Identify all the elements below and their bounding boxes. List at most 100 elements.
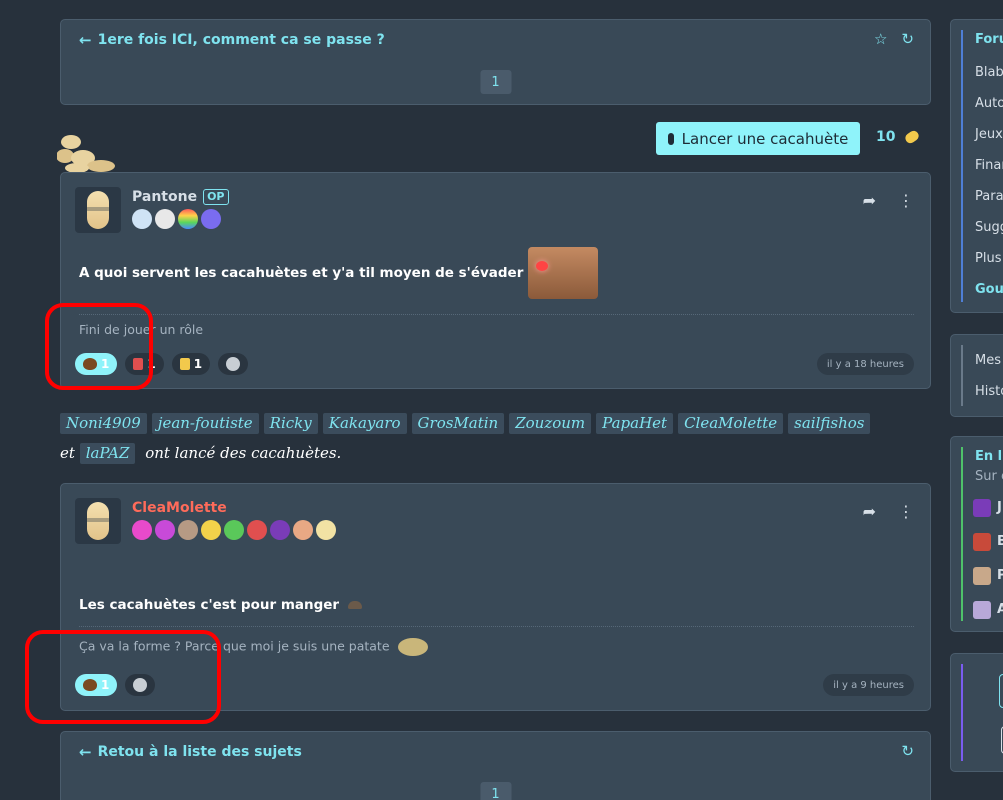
peanut-small-icon <box>667 132 674 145</box>
launcher-name[interactable]: Noni4909 <box>60 413 147 434</box>
share-icon[interactable]: ➦ <box>863 502 876 521</box>
lion-badge-icon <box>270 520 290 540</box>
launcher-name[interactable]: Zouzoum <box>509 413 592 434</box>
launcher-name[interactable]: sailfishos <box>788 413 871 434</box>
star-icon[interactable]: ☆ <box>874 30 887 48</box>
post-text: Les cacahuètes c'est pour manger <box>79 597 340 613</box>
page-button[interactable]: 1 <box>480 70 511 94</box>
launcher-name[interactable]: CleaMolette <box>678 413 784 434</box>
smiley-badge-icon <box>201 520 221 540</box>
post-timestamp: il y a 18 heures <box>816 353 914 375</box>
sidebar-item[interactable]: Sugg <box>975 220 1003 235</box>
dollar-badge-icon <box>155 520 175 540</box>
flower-badge-icon <box>293 520 313 540</box>
avatar[interactable] <box>973 499 991 517</box>
peanut-coin-icon <box>903 128 922 146</box>
topic-footer-card: ← Retou à la liste des sujets ↻ 1 <box>60 731 931 800</box>
sidebar-online: En li Sur c J B P A <box>950 436 1003 632</box>
topic-title: 1ere fois ICI, comment ca se passe ? <box>97 32 385 48</box>
peanut-emoji-icon <box>347 601 362 609</box>
more-options-icon[interactable]: ⋮ <box>898 191 914 210</box>
peanut-launchers: Noni4909 jean-foutiste Ricky Kakayaro GrosMa… <box>60 408 930 468</box>
post-text: A quoi servent les cacahuètes et y'a til… <box>79 265 524 281</box>
add-reaction-icon <box>226 357 241 371</box>
online-user[interactable]: A <box>997 602 1003 617</box>
widget-box[interactable] <box>999 674 1003 708</box>
launchers-and: et <box>60 444 75 462</box>
peanut-count: 10 <box>876 129 896 145</box>
sidebar-accent-bar <box>961 30 963 302</box>
sidebar-item[interactable]: Para <box>975 189 1003 204</box>
unicorn-badge-icon <box>201 209 221 229</box>
user-badges <box>132 209 221 229</box>
snowflake-badge-icon <box>132 209 152 229</box>
sidebar-item[interactable]: Mes <box>975 353 1001 368</box>
launcher-name[interactable]: laPAZ <box>79 443 136 464</box>
sidebar-forums: Foru Blabl Auto Jeux Finar Para Sugg Plu… <box>950 19 1003 313</box>
avatar[interactable] <box>75 498 121 544</box>
sidebar-item[interactable]: Histo <box>975 384 1003 399</box>
reaction-count: 1 <box>193 357 203 371</box>
sidebar-widget <box>950 653 1003 772</box>
thumbs-down-icon <box>179 358 190 370</box>
rock-badge-icon <box>178 520 198 540</box>
refresh-icon[interactable]: ↻ <box>901 742 914 760</box>
sidebar-my: Mes Histo <box>950 334 1003 417</box>
sidebar-accent-bar <box>961 664 963 761</box>
avatar[interactable] <box>75 187 121 233</box>
rainbow-badge-icon <box>178 209 198 229</box>
online-user[interactable]: J <box>997 500 1002 515</box>
launchers-suffix: ont lancé des cacahuètes. <box>145 444 342 462</box>
launcher-name[interactable]: GrosMatin <box>411 413 505 434</box>
more-options-icon[interactable]: ⋮ <box>898 502 914 521</box>
post-author[interactable]: Pantone OP <box>132 189 229 205</box>
avatar[interactable] <box>973 533 991 551</box>
sidebar-online-sub: Sur c <box>975 469 1003 484</box>
sidebar-item[interactable]: Jeux <box>975 127 1003 142</box>
sidebar-item-current[interactable]: Goul <box>975 282 1003 297</box>
topic-title-link[interactable]: ← 1ere fois ICI, comment ca se passe ? <box>79 31 385 49</box>
back-arrow-icon: ← <box>79 743 92 761</box>
sidebar-accent-bar <box>961 447 963 621</box>
post-actions: ➦ ⋮ <box>863 191 914 210</box>
topic-header-card: ← 1ere fois ICI, comment ca se passe ? ☆… <box>60 19 931 105</box>
reaction-thumbs-down[interactable]: 1 <box>171 353 211 375</box>
santa-badge-icon <box>247 520 267 540</box>
spiral-badge-icon <box>132 520 152 540</box>
launcher-name[interactable]: jean-foutiste <box>151 413 259 434</box>
add-reaction-button[interactable] <box>218 353 249 375</box>
sidebar-item[interactable]: Auto <box>975 96 1003 111</box>
launcher-name[interactable]: Kakayaro <box>322 413 407 434</box>
back-to-list-link[interactable]: ← Retou à la liste des sujets <box>79 743 302 761</box>
author-name: CleaMolette <box>132 500 227 516</box>
sidebar-online-title: En li <box>975 449 1003 464</box>
share-icon[interactable]: ➦ <box>863 191 876 210</box>
laughing-man-emoji-icon <box>528 247 599 299</box>
sidebar-item[interactable]: Blabl <box>975 65 1003 80</box>
footer-icons: ↻ <box>901 742 914 760</box>
post-timestamp: il y a 9 heures <box>823 674 914 696</box>
soccer-badge-icon <box>155 209 175 229</box>
launcher-name[interactable]: Ricky <box>263 413 318 434</box>
post-actions: ➦ ⋮ <box>863 502 914 521</box>
post-card: Pantone OP ➦ ⋮ A quoi servent les cacahu… <box>60 172 931 389</box>
back-arrow-icon: ← <box>79 31 92 49</box>
launch-peanut-button[interactable]: Lancer une cacahuète <box>656 122 860 155</box>
avatar[interactable] <box>973 567 991 585</box>
sidebar-item[interactable]: Finar <box>975 158 1003 173</box>
divider <box>79 626 914 627</box>
back-to-list-label: Retou à la liste des sujets <box>97 744 302 760</box>
online-user[interactable]: P <box>997 568 1003 583</box>
avatar[interactable] <box>973 601 991 619</box>
launcher-name[interactable]: PapaHet <box>596 413 674 434</box>
op-badge: OP <box>203 189 229 205</box>
sidebar-item[interactable]: Plus <box>975 251 1001 266</box>
post-author[interactable]: CleaMolette <box>132 500 227 516</box>
topic-header-icons: ☆ ↻ <box>874 30 914 48</box>
peanut-balance: 10 <box>876 128 922 146</box>
refresh-icon[interactable]: ↻ <box>901 30 914 48</box>
divider <box>79 314 914 315</box>
page-button[interactable]: 1 <box>480 782 511 800</box>
online-user[interactable]: B <box>997 534 1003 549</box>
potato-icon <box>397 638 428 656</box>
